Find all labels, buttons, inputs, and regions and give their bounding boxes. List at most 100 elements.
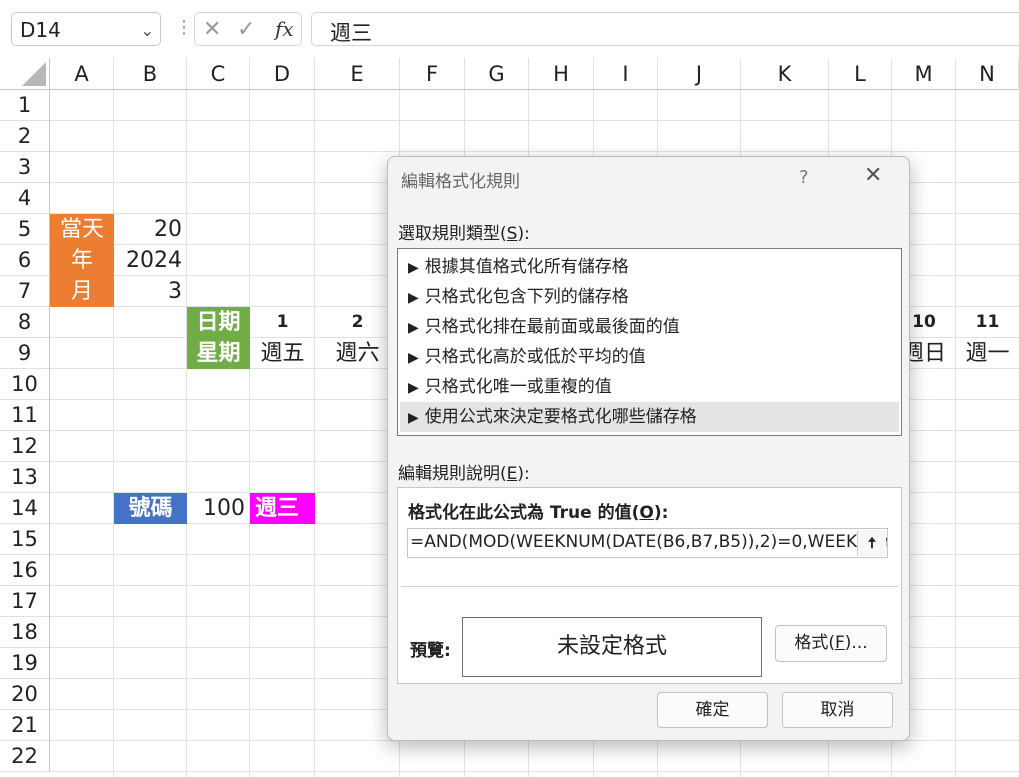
row-header-11[interactable]: 11 <box>0 400 50 431</box>
rule-type-item[interactable]: ▶ 只格式化包含下列的儲存格 <box>400 282 899 312</box>
insert-function-icon[interactable]: fx <box>275 17 294 41</box>
close-icon[interactable]: ✕ <box>864 163 882 188</box>
rule-type-item[interactable]: ▶ 只格式化排在最前面或最後面的值 <box>400 312 899 342</box>
separator-icon: ⋮ <box>175 17 193 38</box>
cell-A6[interactable]: 年 <box>50 245 114 276</box>
preview-label: 預覽: <box>410 641 451 661</box>
play-arrow-icon: ▶ <box>408 380 419 396</box>
column-header-I[interactable]: I <box>594 58 658 90</box>
row-header-6[interactable]: 6 <box>0 245 50 276</box>
rule-formula-value: =AND(MOD(WEEKNUM(DATE(B6,B7,B5)),2)=0,WE… <box>410 532 887 552</box>
row-header-4[interactable]: 4 <box>0 183 50 214</box>
cell-D9[interactable]: 週五 <box>250 338 315 369</box>
ok-button[interactable]: 確定 <box>657 692 768 728</box>
name-box-value: D14 <box>20 18 61 42</box>
row-header-2[interactable]: 2 <box>0 121 50 152</box>
rule-type-item-selected[interactable]: ▶ 使用公式來決定要格式化哪些儲存格 <box>400 402 899 432</box>
play-arrow-icon: ▶ <box>408 290 419 306</box>
cell-C8[interactable]: 日期 <box>187 307 250 338</box>
formula-input-value: 週三 <box>330 21 372 45</box>
play-arrow-icon: ▶ <box>408 410 419 426</box>
select-all-button[interactable] <box>0 58 50 90</box>
help-icon[interactable]: ? <box>799 167 809 188</box>
row-header-16[interactable]: 16 <box>0 555 50 586</box>
column-header-G[interactable]: G <box>465 58 529 90</box>
preview-box: 未設定格式 <box>462 617 762 677</box>
column-header-K[interactable]: K <box>741 58 829 90</box>
row-header-14[interactable]: 14 <box>0 493 50 524</box>
collapse-dialog-button[interactable]: 🠅 <box>857 530 886 556</box>
row-header-1[interactable]: 1 <box>0 90 50 121</box>
column-header-B[interactable]: B <box>114 58 187 90</box>
name-box[interactable]: D14 ⌄ <box>11 12 161 46</box>
play-arrow-icon: ▶ <box>408 350 419 366</box>
cell-D14[interactable]: 週三 <box>250 493 315 524</box>
cell-C14[interactable]: 100 <box>187 493 250 524</box>
row-header-18[interactable]: 18 <box>0 617 50 648</box>
cell-N8[interactable]: 11 <box>956 307 1019 338</box>
row-header-21[interactable]: 21 <box>0 710 50 741</box>
select-all-icon <box>22 62 46 86</box>
row-header-12[interactable]: 12 <box>0 431 50 462</box>
check-icon[interactable]: ✓ <box>237 17 255 42</box>
cell-B5[interactable]: 20 <box>114 214 187 245</box>
cell-C9[interactable]: 星期 <box>187 338 250 369</box>
row-header-10[interactable]: 10 <box>0 369 50 400</box>
row-header-7[interactable]: 7 <box>0 276 50 307</box>
rule-description-panel: 格式化在此公式為 True 的值(O): =AND(MOD(WEEKNUM(DA… <box>397 487 902 684</box>
formula-buttons: ✕ ✓ fx <box>194 12 302 46</box>
rule-type-item[interactable]: ▶ 只格式化高於或低於平均的值 <box>400 342 899 372</box>
row-header-20[interactable]: 20 <box>0 679 50 710</box>
play-arrow-icon: ▶ <box>408 260 419 276</box>
cell-B14[interactable]: 號碼 <box>114 493 187 524</box>
column-header-E[interactable]: E <box>315 58 400 90</box>
row-header-5[interactable]: 5 <box>0 214 50 245</box>
row-header-15[interactable]: 15 <box>0 524 50 555</box>
cell-A5[interactable]: 當天 <box>50 214 114 245</box>
column-header-J[interactable]: J <box>658 58 741 90</box>
select-rule-type-label: 選取規則類型(S): <box>398 224 530 244</box>
cancel-icon[interactable]: ✕ <box>203 17 221 42</box>
column-header-A[interactable]: A <box>50 58 114 90</box>
column-header-H[interactable]: H <box>529 58 594 90</box>
formula-header: 格式化在此公式為 True 的值(O): <box>408 503 669 523</box>
row-header-22[interactable]: 22 <box>0 741 50 772</box>
arrow-up-icon: 🠅 <box>867 534 877 552</box>
rule-type-item[interactable]: ▶ 只格式化唯一或重複的值 <box>400 372 899 402</box>
column-header-M[interactable]: M <box>892 58 956 90</box>
column-header-C[interactable]: C <box>187 58 250 90</box>
formula-input[interactable]: 週三 <box>311 12 1019 46</box>
divider <box>401 586 898 587</box>
grid-line <box>955 90 956 777</box>
row-header-8[interactable]: 8 <box>0 307 50 338</box>
column-header-N[interactable]: N <box>956 58 1019 90</box>
format-button[interactable]: 格式(F)... <box>775 625 887 662</box>
cell-B6[interactable]: 2024 <box>114 245 187 276</box>
row-header-9[interactable]: 9 <box>0 338 50 369</box>
dialog-title: 編輯格式化規則 <box>401 172 520 192</box>
cell-N9[interactable]: 週一 <box>956 338 1019 369</box>
grid-line <box>113 90 114 777</box>
edit-formatting-rule-dialog: 編輯格式化規則 ? ✕ 選取規則類型(S): ▶ 根據其值格式化所有儲存格 ▶ 只格… <box>387 156 910 741</box>
chevron-down-icon[interactable]: ⌄ <box>141 21 154 40</box>
column-header-F[interactable]: F <box>400 58 465 90</box>
row-header-3[interactable]: 3 <box>0 152 50 183</box>
grid-line <box>249 90 250 777</box>
row-header-13[interactable]: 13 <box>0 462 50 493</box>
row-header-17[interactable]: 17 <box>0 586 50 617</box>
cell-D8[interactable]: 1 <box>250 307 315 338</box>
row-header-19[interactable]: 19 <box>0 648 50 679</box>
column-header-L[interactable]: L <box>829 58 892 90</box>
cell-B7[interactable]: 3 <box>114 276 187 307</box>
cell-A7[interactable]: 月 <box>50 276 114 307</box>
rule-type-item[interactable]: ▶ 根據其值格式化所有儲存格 <box>400 252 899 282</box>
rule-type-list[interactable]: ▶ 根據其值格式化所有儲存格 ▶ 只格式化包含下列的儲存格 ▶ 只格式化排在最前面或最… <box>397 248 902 436</box>
play-arrow-icon: ▶ <box>408 320 419 336</box>
column-header-D[interactable]: D <box>250 58 315 90</box>
cancel-button[interactable]: 取消 <box>782 692 893 728</box>
grid-line <box>186 90 187 777</box>
formula-bar: D14 ⌄ ⋮ ✕ ✓ fx 週三 <box>0 0 1019 58</box>
edit-rule-description-label: 編輯規則說明(E): <box>398 464 530 484</box>
rule-formula-input[interactable]: =AND(MOD(WEEKNUM(DATE(B6,B7,B5)),2)=0,WE… <box>407 528 888 558</box>
grid-line <box>314 90 315 777</box>
